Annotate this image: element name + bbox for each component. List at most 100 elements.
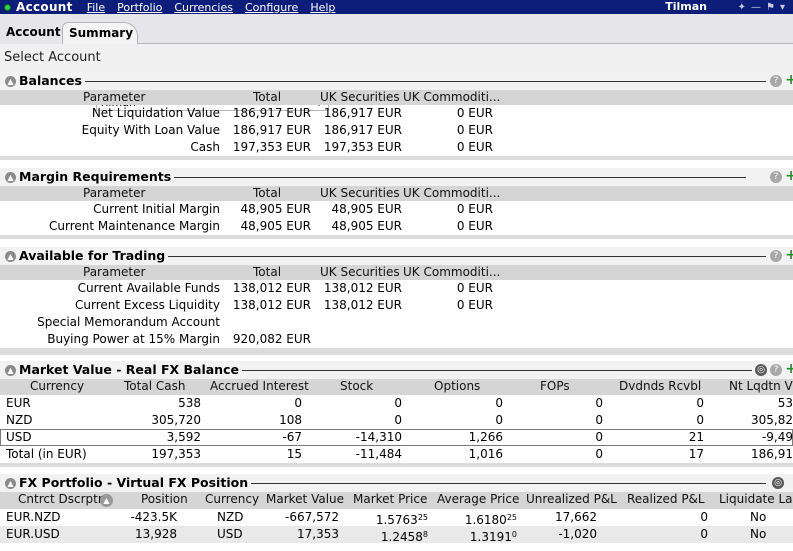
col-parameter[interactable]: Parameter xyxy=(83,265,145,280)
menu-configure[interactable]: Configure xyxy=(239,1,304,14)
table-row: Current Available Funds 138,012 EUR 138,… xyxy=(0,280,793,297)
table-row[interactable]: EUR.NZD -423.5K NZD -667,572 1.576325 1.… xyxy=(0,509,793,527)
currency-cell: USD xyxy=(217,527,243,541)
col-market-value[interactable]: Market Value xyxy=(266,492,344,507)
col-uk-commodities[interactable]: UK Commoditi... xyxy=(403,90,500,105)
collapse-chevron-icon[interactable]: ▲ xyxy=(5,76,16,87)
globe-icon[interactable]: ◎ xyxy=(755,364,767,376)
total-value: 138,012 EUR xyxy=(232,281,311,295)
help-icon[interactable]: ? xyxy=(770,364,782,376)
col-total-cash[interactable]: Total Cash xyxy=(124,379,185,394)
section-divider xyxy=(0,463,793,467)
header-rule xyxy=(224,370,752,371)
col-accrued-interest[interactable]: Accrued Interest xyxy=(210,379,309,394)
accrued-interest-cell: -67 xyxy=(282,430,302,444)
section-divider xyxy=(0,348,793,355)
col-fops[interactable]: FOPs xyxy=(540,379,570,394)
col-liquidate-last[interactable]: Liquidate Las xyxy=(719,492,793,507)
uk-securities-value: 138,012 EUR xyxy=(323,281,402,295)
table-row[interactable]: NZD 305,720 108 0 0 0 0 305,82 xyxy=(0,412,793,429)
collapse-chevron-icon[interactable]: ▲ xyxy=(5,251,16,262)
col-options[interactable]: Options xyxy=(434,379,480,394)
section-divider xyxy=(0,235,793,239)
col-uk-commodities[interactable]: UK Commoditi... xyxy=(403,265,500,280)
dividends-cell: 21 xyxy=(688,430,704,444)
total-cash-cell: 305,720 xyxy=(151,413,201,427)
table-row-selected[interactable]: USD 3,592 -67 -14,310 1,266 0 21 -9,49 xyxy=(0,429,793,446)
col-uk-securities[interactable]: UK Securities xyxy=(320,186,400,201)
col-position[interactable]: Position xyxy=(141,492,188,507)
total-cash-cell: 197,353 xyxy=(151,447,201,461)
col-total[interactable]: Total xyxy=(253,265,281,280)
position-cell: 13,928 xyxy=(135,527,177,541)
uk-commodities-value: 0 EUR xyxy=(456,106,493,120)
col-net-liquidation[interactable]: Nt Lqdtn Vl xyxy=(729,379,793,394)
fops-cell: 0 xyxy=(595,447,603,461)
col-contract[interactable]: Cntrct Dscrptn xyxy=(18,492,105,507)
menu-portfolio[interactable]: Portfolio xyxy=(111,1,168,14)
balances-section: ▲ Balances ? + Parameter Total UK Securi… xyxy=(0,72,793,160)
col-realized-pnl[interactable]: Realized P&L xyxy=(627,492,705,507)
collapse-chevron-icon[interactable]: ▲ xyxy=(5,478,16,489)
menu-help[interactable]: Help xyxy=(304,1,341,14)
uk-securities-value: 186,917 EUR xyxy=(323,123,402,137)
sort-ascending-icon[interactable]: ▲ xyxy=(100,494,113,507)
col-uk-commodities[interactable]: UK Commoditi... xyxy=(403,186,500,201)
tab-account[interactable]: Account xyxy=(0,22,62,44)
currency-cell: NZD xyxy=(217,510,244,524)
uk-securities-value: 197,353 EUR xyxy=(323,140,402,154)
add-icon[interactable]: + xyxy=(785,361,793,377)
flag-icon[interactable]: ⚑ xyxy=(766,2,775,13)
market-price-main: 1.2458 xyxy=(380,530,423,544)
tab-summary[interactable]: Summary xyxy=(62,22,138,44)
collapse-chevron-icon[interactable]: ▲ xyxy=(5,365,16,376)
table-row: Net Liquidation Value 186,917 EUR 186,91… xyxy=(0,105,793,122)
param-label: Current Available Funds xyxy=(77,281,220,295)
param-label: Current Maintenance Margin xyxy=(49,219,220,233)
collapse-chevron-icon[interactable]: ▲ xyxy=(5,172,16,183)
uk-commodities-value: 0 EUR xyxy=(456,202,493,216)
add-icon[interactable]: + xyxy=(785,168,793,184)
pin-icon[interactable]: ✦ xyxy=(738,2,746,13)
col-currency[interactable]: Currency xyxy=(205,492,259,507)
globe-icon[interactable]: ◎ xyxy=(772,477,784,489)
table-row: Current Maintenance Margin 48,905 EUR 48… xyxy=(0,218,793,235)
col-uk-securities[interactable]: UK Securities xyxy=(320,90,400,105)
col-parameter[interactable]: Parameter xyxy=(83,90,145,105)
stock-cell: -11,484 xyxy=(355,447,402,461)
col-average-price[interactable]: Average Price xyxy=(437,492,519,507)
col-dividends[interactable]: Dvdnds Rcvbl xyxy=(619,379,701,394)
table-row-total[interactable]: Total (in EUR) 197,353 15 -11,484 1,016 … xyxy=(0,446,793,463)
table-row: Equity With Loan Value 186,917 EUR 186,9… xyxy=(0,122,793,139)
col-parameter[interactable]: Parameter xyxy=(83,186,145,201)
position-cell: -423.5K xyxy=(130,510,177,524)
col-uk-securities[interactable]: UK Securities xyxy=(320,265,400,280)
header-rule xyxy=(156,256,766,257)
param-label: Net Liquidation Value xyxy=(91,106,220,120)
add-icon[interactable]: + xyxy=(785,72,793,88)
uk-securities-value: 48,905 EUR xyxy=(331,202,402,216)
col-stock[interactable]: Stock xyxy=(340,379,373,394)
col-total[interactable]: Total xyxy=(253,90,281,105)
menu-currencies[interactable]: Currencies xyxy=(168,1,239,14)
fops-cell: 0 xyxy=(595,396,603,410)
trading-header: ▲ Available for Trading ? + xyxy=(0,247,793,265)
trading-section: ▲ Available for Trading ? + Parameter To… xyxy=(0,247,793,355)
help-icon[interactable]: ? xyxy=(770,171,782,183)
table-row[interactable]: EUR.USD 13,928 USD 17,353 1.24588 1.3191… xyxy=(0,526,793,544)
col-total[interactable]: Total xyxy=(253,186,281,201)
table-row: Cash 197,353 EUR 197,353 EUR 0 EUR xyxy=(0,139,793,156)
dropdown-chevron-icon[interactable]: ▾ xyxy=(780,2,785,13)
uk-securities-value: 186,917 EUR xyxy=(323,106,402,120)
col-unrealized-pnl[interactable]: Unrealized P&L xyxy=(526,492,617,507)
table-row[interactable]: EUR 538 0 0 0 0 0 53 xyxy=(0,395,793,412)
header-rule xyxy=(80,81,766,82)
add-icon[interactable]: + xyxy=(785,247,793,263)
total-cash-cell: 538 xyxy=(178,396,201,410)
col-currency[interactable]: Currency xyxy=(30,379,84,394)
menu-file[interactable]: File xyxy=(81,1,111,14)
uk-commodities-value: 0 EUR xyxy=(456,298,493,312)
col-market-price[interactable]: Market Price xyxy=(353,492,427,507)
help-icon[interactable]: ? xyxy=(770,75,782,87)
help-icon[interactable]: ? xyxy=(770,250,782,262)
